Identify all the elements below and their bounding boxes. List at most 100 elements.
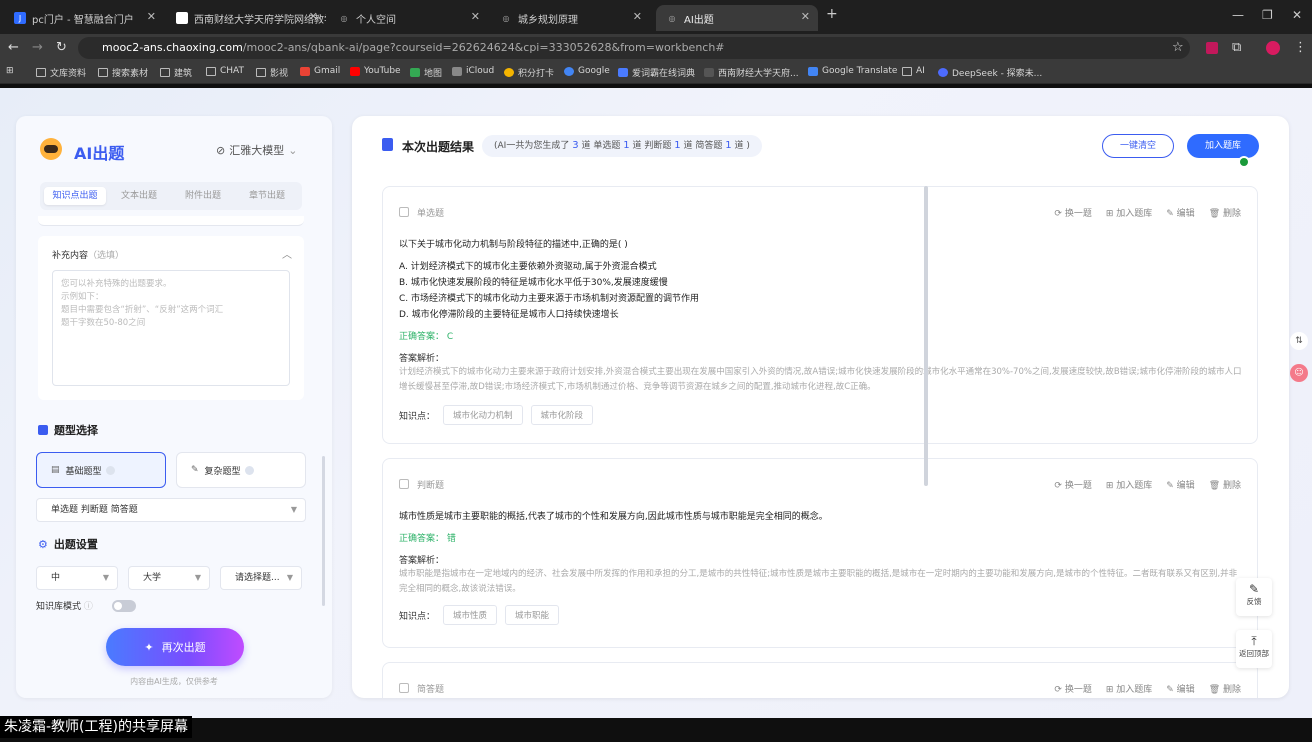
kb-mode-label: 知识库模式 ⓘ bbox=[36, 602, 93, 612]
browser-tab[interactable]: ◎ 个人空间 ✕ bbox=[328, 5, 488, 31]
back-to-top-button[interactable]: ⤒ 返回顶部 bbox=[1236, 630, 1272, 668]
regenerate-button[interactable]: ✦ 再次出题 bbox=[106, 628, 244, 666]
new-tab-plus-icon[interactable]: + bbox=[826, 6, 838, 22]
clear-all-button[interactable]: 一键清空 bbox=[1102, 134, 1174, 158]
tab-knowledge[interactable]: 知识点出题 bbox=[44, 187, 106, 205]
basic-type-button[interactable]: ▤ 基础题型 bbox=[36, 452, 166, 488]
question-actions: ⟳ 换一题 ⊞ 加入题库 ✎ 编辑 🗑 删除 bbox=[1054, 478, 1241, 491]
question-type-label: 简答题 bbox=[417, 685, 445, 695]
swap-question-button[interactable]: ⟳ 换一题 bbox=[1054, 478, 1091, 491]
minimize-icon[interactable]: — bbox=[1232, 8, 1244, 22]
translate-icon[interactable]: ⇅ bbox=[1290, 332, 1308, 350]
delete-action[interactable]: 🗑 删除 bbox=[1209, 682, 1241, 695]
bookmark-folder[interactable]: AI bbox=[902, 66, 925, 76]
clipboard-icon bbox=[382, 138, 393, 151]
globe-icon: ◎ bbox=[668, 13, 676, 23]
bookmark[interactable]: 积分打卡 bbox=[504, 66, 554, 79]
close-tab-icon[interactable]: ✕ bbox=[633, 10, 642, 23]
kp-tag: 城市性质 bbox=[443, 605, 498, 625]
edit-action[interactable]: ✎ 编辑 bbox=[1166, 682, 1194, 695]
bookmark-folder[interactable]: CHAT bbox=[206, 66, 244, 76]
forward-arrow-icon[interactable]: → bbox=[32, 40, 43, 55]
edit-action[interactable]: ✎ 编辑 bbox=[1166, 478, 1194, 491]
level-select[interactable]: 大学 ▼ bbox=[128, 566, 210, 590]
back-arrow-icon[interactable]: ← bbox=[8, 40, 19, 55]
analysis-label: 答案解析： bbox=[399, 354, 445, 364]
edit-doc-icon: ✎ bbox=[191, 465, 199, 475]
bookmark-youtube[interactable]: YouTube bbox=[350, 66, 401, 76]
bookmark-gmail[interactable]: Gmail bbox=[300, 66, 340, 76]
browser-tab-strip: J pc门户 - 智慧融合门户 ✕ 西南财经大学天府学院网络教学 ✕ ◎ 个人空… bbox=[0, 0, 1312, 34]
extension-icon[interactable] bbox=[1206, 42, 1218, 54]
browser-tab-active[interactable]: ◎ AI出题 ✕ bbox=[656, 5, 818, 31]
edit-action[interactable]: ✎ 编辑 bbox=[1166, 206, 1194, 219]
swap-question-button[interactable]: ⟳ 换一题 bbox=[1054, 682, 1091, 695]
bookmark-maps[interactable]: 地图 bbox=[410, 66, 442, 79]
assistant-avatar-icon[interactable]: ☺ bbox=[1290, 364, 1308, 382]
sparkle-icon: ✦ bbox=[144, 640, 154, 654]
browser-tab[interactable]: J pc门户 - 智慧融合门户 ✕ bbox=[4, 5, 164, 31]
reload-icon[interactable]: ↻ bbox=[56, 40, 67, 55]
left-scrollbar[interactable] bbox=[322, 456, 325, 606]
menu-kebab-icon[interactable]: ⋮ bbox=[1294, 40, 1307, 55]
add-bank-action[interactable]: ⊞ 加入题库 bbox=[1106, 478, 1152, 491]
bookmark-google[interactable]: Google bbox=[564, 66, 610, 76]
extra-select[interactable]: 请选择题... ▼ bbox=[220, 566, 302, 590]
bookmark-deepseek[interactable]: DeepSeek - 探索未... bbox=[938, 66, 1042, 79]
question-types-select[interactable]: 单选题 判断题 简答题 ▼ bbox=[36, 498, 306, 522]
bookmark-folder[interactable]: 文库资料 bbox=[36, 66, 86, 79]
close-tab-icon[interactable]: ✕ bbox=[471, 10, 480, 23]
caret-down-icon: ▼ bbox=[286, 573, 293, 582]
add-bank-action[interactable]: ⊞ 加入题库 bbox=[1106, 206, 1152, 219]
knowledge-points: 知识点： 城市性质 城市职能 bbox=[399, 605, 560, 625]
restore-icon[interactable]: ❐ bbox=[1262, 8, 1273, 22]
bookmark[interactable]: 西南财经大学天府... bbox=[704, 66, 799, 79]
profile-avatar[interactable] bbox=[1266, 41, 1280, 55]
bookmark-icloud[interactable]: iCloud bbox=[452, 66, 494, 76]
bookmarks-bar: ⊞ 文库资料 搜索素材 建筑 CHAT 影视 Gmail YouTube 地图 … bbox=[0, 62, 1312, 84]
browser-tab[interactable]: ◎ 城乡规划原理 ✕ bbox=[490, 5, 650, 31]
bookmark-folder[interactable]: 影视 bbox=[256, 66, 288, 79]
feedback-button[interactable]: ✎ 反馈 bbox=[1236, 578, 1272, 616]
delete-action[interactable]: 🗑 删除 bbox=[1209, 478, 1241, 491]
complex-type-button[interactable]: ✎ 复杂题型 bbox=[176, 452, 306, 488]
add-to-bank-button[interactable]: 加入题库 bbox=[1187, 134, 1259, 158]
close-tab-icon[interactable]: ✕ bbox=[147, 10, 156, 23]
tab-text[interactable]: 文本出题 bbox=[108, 187, 170, 205]
close-tab-icon[interactable]: ✕ bbox=[309, 10, 318, 23]
apps-grid-icon[interactable]: ⊞ bbox=[6, 66, 14, 76]
delete-action[interactable]: 🗑 删除 bbox=[1209, 206, 1241, 219]
star-icon[interactable]: ☆ bbox=[1172, 40, 1184, 55]
bookmark-folder[interactable]: 搜索素材 bbox=[98, 66, 148, 79]
bookmark-translate[interactable]: Google Translate bbox=[808, 66, 897, 76]
supplement-textarea[interactable]: 您可以补充特殊的出题要求。 示例如下： 题目中需要包含“折射”、“反射”这两个词… bbox=[52, 270, 290, 386]
model-icon: ⊘ bbox=[216, 143, 226, 157]
extensions-puzzle-icon[interactable]: ⧉ bbox=[1232, 40, 1241, 55]
model-selector[interactable]: ⊘ 汇雅大模型 ⌄ bbox=[216, 142, 297, 158]
kb-mode-toggle[interactable] bbox=[112, 600, 136, 612]
select-checkbox[interactable] bbox=[399, 479, 409, 489]
difficulty-select[interactable]: 中 ▼ bbox=[36, 566, 118, 590]
option-b: B. 城市化快速发展阶段的特征是城市化水平低于30%,发展速度缓慢 bbox=[399, 278, 668, 288]
browser-tab[interactable]: 西南财经大学天府学院网络教学 ✕ bbox=[166, 5, 326, 31]
chevron-up-icon[interactable]: ︿ bbox=[282, 246, 292, 261]
panel-title: AI出题 bbox=[74, 144, 125, 163]
question-type-label: 判断题 bbox=[417, 481, 445, 491]
caret-down-icon: ▼ bbox=[290, 505, 297, 514]
caret-down-icon: ▼ bbox=[102, 573, 109, 582]
url-field[interactable]: mooc2-ans.chaoxing.com/mooc2-ans/qbank-a… bbox=[78, 37, 1190, 59]
bookmark-folder[interactable]: 建筑 bbox=[160, 66, 192, 79]
select-checkbox[interactable] bbox=[399, 683, 409, 693]
help-icon: ⓘ bbox=[83, 602, 93, 612]
chevron-down-icon: ⌄ bbox=[288, 143, 298, 157]
tab-chapter[interactable]: 章节出题 bbox=[236, 187, 298, 205]
tab-attachment[interactable]: 附件出题 bbox=[172, 187, 234, 205]
results-scrollbar[interactable] bbox=[924, 186, 928, 486]
swap-question-button[interactable]: ⟳ 换一题 bbox=[1054, 206, 1091, 219]
close-window-icon[interactable]: ✕ bbox=[1292, 8, 1302, 22]
bookmark[interactable]: 爱词霸在线词典 bbox=[618, 66, 695, 79]
close-tab-icon[interactable]: ✕ bbox=[801, 10, 810, 23]
select-checkbox[interactable] bbox=[399, 207, 409, 217]
section-icon bbox=[38, 425, 48, 435]
add-bank-action[interactable]: ⊞ 加入题库 bbox=[1106, 682, 1152, 695]
